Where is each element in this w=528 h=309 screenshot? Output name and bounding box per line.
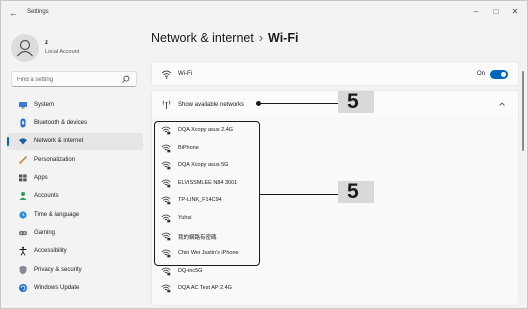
settings-window: ← Settings – □ ✕ z Local Account System xyxy=(0,0,528,309)
show-networks-label: Show available networks xyxy=(178,102,245,108)
shield-icon xyxy=(18,265,28,275)
sidebar-item-privacy[interactable]: Privacy & security xyxy=(7,261,143,278)
network-item[interactable]: DQA Xcopy asus 2.4G xyxy=(161,125,361,135)
sidebar-item-label: Personalization xyxy=(34,156,76,163)
page-title: Wi-Fi xyxy=(268,31,299,45)
network-item[interactable]: DQA Xcopy asus 5G xyxy=(161,160,361,170)
network-item[interactable]: 我的網路有密碼 xyxy=(161,231,361,241)
secured-wifi-icon xyxy=(161,144,171,152)
callout-number: 5 xyxy=(338,91,374,113)
sidebar-nav: System Bluetooth & devices Network & int… xyxy=(7,96,143,298)
account-type: Local Account xyxy=(45,49,80,55)
user-name: z xyxy=(45,40,48,46)
sidebar-item-system[interactable]: System xyxy=(7,96,143,113)
breadcrumb: Network & internet › Wi-Fi xyxy=(151,31,298,45)
wifi-icon xyxy=(161,70,172,79)
secured-wifi-icon xyxy=(161,196,171,205)
minimize-button[interactable]: – xyxy=(469,6,483,18)
search-box[interactable] xyxy=(11,71,137,87)
sidebar-item-label: Accounts xyxy=(34,193,59,200)
network-item[interactable]: BiPhone xyxy=(161,143,361,153)
secured-wifi-icon xyxy=(161,284,171,293)
app-title: Settings xyxy=(27,9,49,15)
callout-line xyxy=(258,103,338,105)
network-name: DQA AC Test AP 2.4G xyxy=(178,285,232,292)
secured-wifi-icon xyxy=(161,161,171,170)
back-arrow-icon[interactable]: ← xyxy=(9,8,19,18)
secured-wifi-icon xyxy=(161,126,171,135)
globe-clock-icon xyxy=(18,210,28,220)
maximize-button[interactable]: □ xyxy=(489,6,503,18)
sidebar-item-time-language[interactable]: Time & language xyxy=(7,206,143,223)
network-item[interactable]: DQA AC Test AP 2.4G xyxy=(161,283,361,293)
chevron-up-icon[interactable] xyxy=(498,101,506,107)
person-icon xyxy=(18,191,28,201)
brush-icon xyxy=(18,155,28,165)
sidebar-item-label: Apps xyxy=(34,174,48,181)
network-name: BiPhone xyxy=(178,144,199,151)
accessibility-icon xyxy=(18,246,28,256)
sidebar-item-label: Privacy & security xyxy=(34,266,82,273)
close-button[interactable]: ✕ xyxy=(508,6,522,18)
network-name: DQA Xcopy asus 2.4G xyxy=(178,127,234,133)
antenna-icon xyxy=(162,100,171,110)
bluetooth-icon xyxy=(18,118,28,128)
sidebar-item-windows-update[interactable]: Windows Update xyxy=(7,279,143,296)
wifi-state-text: On xyxy=(476,71,485,77)
breadcrumb-parent[interactable]: Network & internet xyxy=(151,31,254,45)
search-icon[interactable] xyxy=(121,75,130,84)
network-name: Yuhsi xyxy=(178,215,192,221)
network-list: DQA Xcopy asus 2.4G BiPhone DQA Xcopy asus… xyxy=(151,116,519,306)
apps-icon xyxy=(18,173,28,183)
monitor-icon xyxy=(18,100,28,110)
wifi-toggle[interactable] xyxy=(490,70,508,79)
network-item[interactable]: DQ-inc5G xyxy=(161,266,361,276)
secured-wifi-icon xyxy=(161,249,171,258)
network-name: Chin Wei Justin's iPhone xyxy=(178,250,239,257)
update-icon xyxy=(18,283,28,293)
network-item[interactable]: ELVISSMLEE N84 3001 xyxy=(161,178,361,188)
network-name: TP-LINK_F14C94 xyxy=(178,197,222,204)
secured-wifi-icon xyxy=(161,214,171,223)
scrollbar[interactable] xyxy=(522,71,524,151)
gamepad-icon xyxy=(18,228,28,238)
sidebar-item-accessibility[interactable]: Accessibility xyxy=(7,243,143,260)
sidebar-item-label: Time & language xyxy=(34,211,80,218)
network-name: DQA Xcopy asus 5G xyxy=(178,162,229,169)
sidebar-item-gaming[interactable]: Gaming xyxy=(7,224,143,241)
sidebar-item-network[interactable]: Network & internet xyxy=(7,132,143,150)
network-name: ELVISSMLEE N84 3001 xyxy=(178,179,238,186)
sidebar-item-accounts[interactable]: Accounts xyxy=(7,188,143,205)
network-name: DQ-inc5G xyxy=(178,267,203,274)
network-name: 我的網路有密碼 xyxy=(178,234,217,241)
secured-wifi-icon xyxy=(161,179,171,188)
sidebar-item-personalization[interactable]: Personalization xyxy=(7,151,143,168)
network-item[interactable]: Chin Wei Justin's iPhone xyxy=(161,248,361,258)
sidebar-item-apps[interactable]: Apps xyxy=(7,169,143,186)
person-avatar-icon xyxy=(17,39,33,57)
breadcrumb-separator: › xyxy=(258,31,263,45)
search-input[interactable] xyxy=(17,75,117,84)
sidebar-item-label: Network & internet xyxy=(34,138,84,145)
secured-wifi-icon xyxy=(161,267,171,276)
title-bar: ← Settings – □ ✕ xyxy=(1,1,527,27)
network-item[interactable]: Yuhsi xyxy=(161,213,361,223)
network-item[interactable]: TP-LINK_F14C94 xyxy=(161,195,361,205)
secured-wifi-icon xyxy=(161,232,171,240)
sidebar-item-bluetooth[interactable]: Bluetooth & devices xyxy=(7,114,143,131)
sidebar-item-label: Windows Update xyxy=(34,284,80,291)
callout-line xyxy=(260,194,338,196)
sidebar-item-label: Bluetooth & devices xyxy=(34,119,88,126)
sidebar-item-label: System xyxy=(34,101,55,108)
callout-number: 5 xyxy=(338,181,374,203)
sidebar-item-label: Gaming xyxy=(34,229,56,236)
wifi-icon xyxy=(18,136,28,146)
wifi-label: Wi-Fi xyxy=(178,71,192,77)
wifi-toggle-row[interactable]: Wi-Fi On xyxy=(151,61,519,86)
avatar[interactable] xyxy=(11,34,39,62)
toggle-knob xyxy=(501,72,506,77)
sidebar-item-label: Accessibility xyxy=(34,248,67,255)
